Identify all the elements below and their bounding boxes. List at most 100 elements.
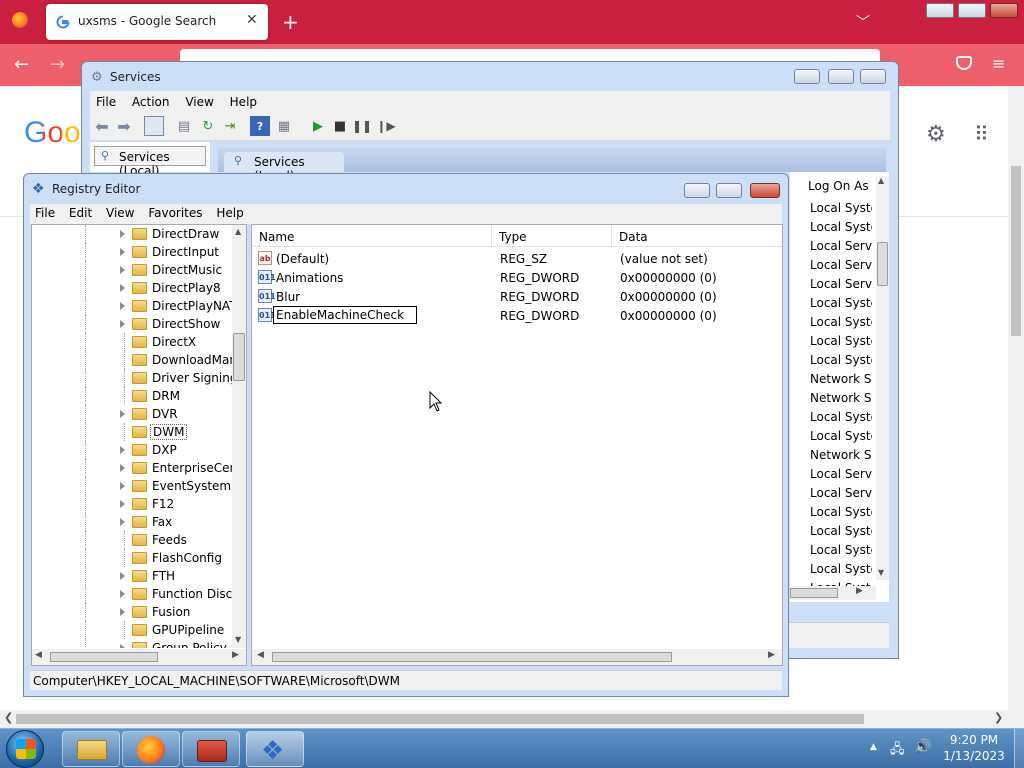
- settings-gear-icon[interactable]: ⚙: [926, 122, 946, 147]
- service-logon-cell[interactable]: Local Syste...: [808, 293, 872, 312]
- show-console-tree-icon[interactable]: [144, 116, 164, 136]
- refresh-icon[interactable]: ↻: [198, 116, 218, 136]
- tree-node[interactable]: FTH: [32, 567, 232, 585]
- expand-arrow-icon[interactable]: [120, 644, 125, 648]
- tree-node[interactable]: DirectX: [32, 333, 232, 351]
- apps-grid-icon[interactable]: ⠿: [974, 122, 989, 146]
- service-logon-cell[interactable]: Local Syste...: [808, 407, 872, 426]
- expand-arrow-icon[interactable]: [120, 572, 125, 580]
- service-logon-cell[interactable]: Local Servic: [808, 274, 872, 293]
- properties-icon[interactable]: ▤: [174, 116, 194, 136]
- values-horizontal-scrollbar[interactable]: ◀ ▶: [252, 649, 782, 665]
- back-arrow-icon[interactable]: ⬅: [92, 116, 112, 136]
- services-horizontal-scrollbar[interactable]: ▶: [790, 586, 876, 600]
- service-logon-cell[interactable]: Local Syste...: [808, 312, 872, 331]
- tree-node[interactable]: DownloadMan: [32, 351, 232, 369]
- page-vertical-scrollbar[interactable]: [1008, 86, 1024, 710]
- tree-node[interactable]: Fax: [32, 513, 232, 531]
- tree-node[interactable]: DVR: [32, 405, 232, 423]
- tree-node[interactable]: Feeds: [32, 531, 232, 549]
- tree-node[interactable]: Function Disco: [32, 585, 232, 603]
- expand-arrow-icon[interactable]: [120, 500, 125, 508]
- service-logon-cell[interactable]: Network S...: [808, 445, 872, 464]
- column-header-data[interactable]: Data: [612, 225, 782, 247]
- expand-arrow-icon[interactable]: [120, 464, 125, 472]
- registry-value-row[interactable]: 011 Blur REG_DWORD 0x00000000 (0): [252, 287, 780, 306]
- expand-arrow-icon[interactable]: [120, 266, 125, 274]
- expand-arrow-icon[interactable]: [120, 518, 125, 526]
- forward-arrow-icon[interactable]: ➡: [114, 116, 134, 136]
- expand-arrow-icon[interactable]: [120, 320, 125, 328]
- pause-service-icon[interactable]: ❚❚: [352, 116, 372, 136]
- taskbar-clock[interactable]: 9:20 PM 1/13/2023: [936, 732, 1012, 766]
- show-desktop-button[interactable]: [1014, 729, 1024, 768]
- regedit-menu-view[interactable]: View: [101, 204, 139, 222]
- restart-service-icon[interactable]: ❙▶: [376, 116, 396, 136]
- close-tab-icon[interactable]: ✕: [246, 12, 258, 28]
- service-logon-cell[interactable]: Local Syste...: [808, 521, 872, 540]
- browser-minimize-button[interactable]: [926, 3, 954, 18]
- tree-node[interactable]: Fusion: [32, 603, 232, 621]
- services-menu-view[interactable]: View: [179, 91, 219, 113]
- tree-node[interactable]: EnterpriseCerti: [32, 459, 232, 477]
- service-logon-cell[interactable]: Local Syste...: [808, 331, 872, 350]
- taskbar-toolbox[interactable]: [182, 731, 240, 767]
- new-tab-button[interactable]: +: [282, 10, 299, 34]
- service-logon-cell[interactable]: Local Servic: [808, 483, 872, 502]
- expand-arrow-icon[interactable]: [120, 302, 125, 310]
- volume-icon[interactable]: 🔊: [914, 739, 931, 755]
- taskbar-firefox[interactable]: [122, 731, 180, 767]
- regedit-minimize-button[interactable]: [684, 183, 710, 198]
- browser-restore-button[interactable]: [958, 3, 986, 18]
- value-name-edit-box[interactable]: EnableMachineCheck: [273, 306, 418, 324]
- expand-arrow-icon[interactable]: [120, 608, 125, 616]
- tree-node[interactable]: EventSystem: [32, 477, 232, 495]
- taskbar-file-explorer[interactable]: [62, 731, 120, 767]
- expand-arrow-icon[interactable]: [120, 284, 125, 292]
- hamburger-menu-icon[interactable]: ≡: [992, 54, 1005, 73]
- registry-value-row[interactable]: ab (Default) REG_SZ (value not set): [252, 249, 780, 268]
- service-logon-cell[interactable]: Local Syste...: [808, 217, 872, 236]
- registry-value-row[interactable]: 011 EnableMachineCheck REG_DWORD 0x00000000…: [252, 306, 780, 325]
- pocket-icon[interactable]: [956, 56, 972, 70]
- back-arrow-icon[interactable]: ←: [14, 54, 29, 75]
- expand-arrow-icon[interactable]: [120, 446, 125, 454]
- column-header-type[interactable]: Type: [492, 225, 612, 247]
- services-menu-help[interactable]: Help: [224, 91, 263, 113]
- service-logon-cell[interactable]: Network S...: [808, 388, 872, 407]
- tree-node[interactable]: DirectPlayNAT: [32, 297, 232, 315]
- tree-vertical-scrollbar[interactable]: ▲ ▼: [232, 225, 246, 648]
- show-hidden-icons-icon[interactable]: ▲: [870, 742, 877, 752]
- show-action-pane-icon[interactable]: ▦: [274, 116, 294, 136]
- service-logon-cell[interactable]: Local Syste...: [808, 350, 872, 369]
- firefox-menu-icon[interactable]: [12, 12, 28, 28]
- start-button[interactable]: [6, 730, 44, 768]
- service-logon-cell[interactable]: Local Syste...: [808, 540, 872, 559]
- tree-node[interactable]: Driver Signing: [32, 369, 232, 387]
- tree-node[interactable]: DirectMusic: [32, 261, 232, 279]
- tree-node[interactable]: Group Policy: [32, 639, 232, 648]
- services-menu-action[interactable]: Action: [126, 91, 176, 113]
- services-close-button[interactable]: [860, 69, 886, 84]
- tree-node[interactable]: DirectDraw: [32, 225, 232, 243]
- registry-value-row[interactable]: 011 Animations REG_DWORD 0x00000000 (0): [252, 268, 780, 287]
- regedit-maximize-button[interactable]: [716, 183, 742, 198]
- service-logon-cell[interactable]: Local Servic: [808, 464, 872, 483]
- service-logon-cell[interactable]: Local Syste...: [808, 198, 872, 217]
- network-icon[interactable]: 🖧: [890, 740, 905, 762]
- export-list-icon[interactable]: ⇥: [220, 116, 240, 136]
- expand-arrow-icon[interactable]: [120, 248, 125, 256]
- services-local-node[interactable]: ⚲ Services (Local): [94, 146, 206, 178]
- expand-arrow-icon[interactable]: [120, 230, 125, 238]
- tree-vertical-scroll-thumb[interactable]: [233, 333, 245, 381]
- regedit-close-button[interactable]: [750, 183, 780, 198]
- start-service-icon[interactable]: ▶: [308, 116, 328, 136]
- tree-node[interactable]: GPUPipeline: [32, 621, 232, 639]
- tree-node[interactable]: DXP: [32, 441, 232, 459]
- taskbar-registry-editor[interactable]: ❖: [246, 731, 304, 767]
- tree-node[interactable]: DRM: [32, 387, 232, 405]
- tree-node[interactable]: DWM: [32, 423, 232, 441]
- browser-tab[interactable]: uxsms - Google Search ✕: [46, 4, 268, 40]
- tree-horizontal-scrollbar[interactable]: ◀ ▶: [32, 649, 246, 665]
- services-vertical-scrollbar[interactable]: ▲ ▼: [876, 176, 889, 580]
